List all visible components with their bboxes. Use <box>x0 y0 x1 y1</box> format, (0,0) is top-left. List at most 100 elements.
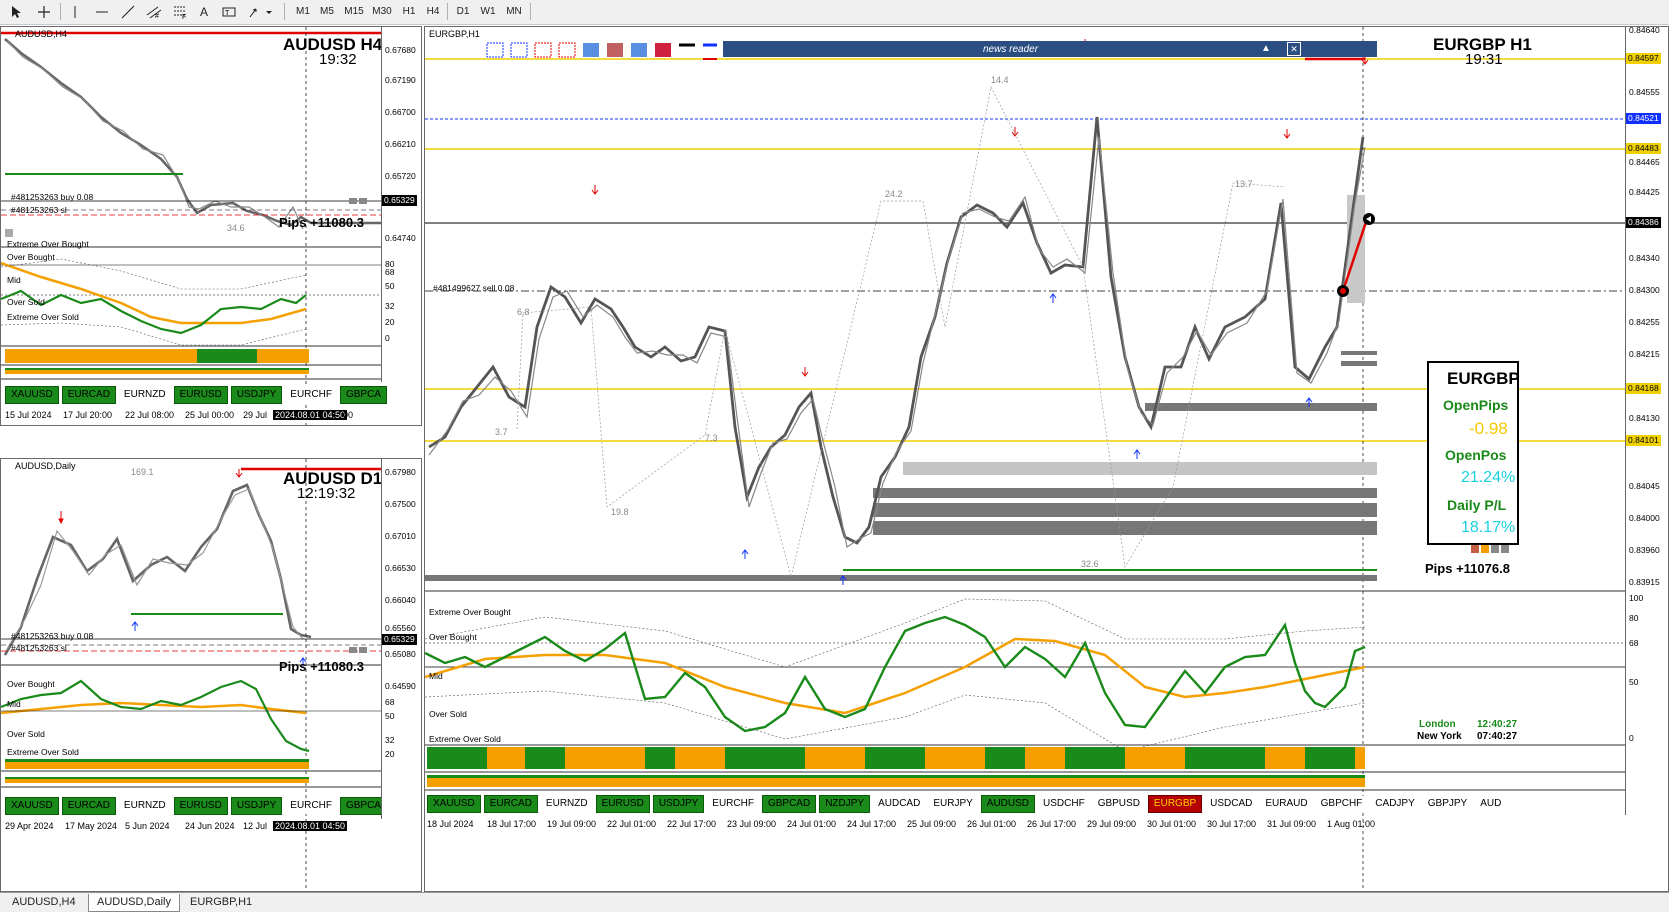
text-tool-icon[interactable]: A <box>196 2 212 21</box>
timeframe-m30[interactable]: M30 <box>368 2 396 21</box>
symbol-button-active[interactable]: EURGBP <box>1147 795 1203 813</box>
trendline-icon[interactable] <box>118 2 138 21</box>
time-tick: 19 Jul 09:00 <box>547 819 597 829</box>
crosshair-icon[interactable] <box>34 2 54 21</box>
symbol-button[interactable]: EURAUD <box>1260 796 1313 812</box>
news-reader-close-icon[interactable]: ✕ <box>1287 42 1301 56</box>
symbol-button[interactable]: EURCAD <box>61 797 116 815</box>
time-axis[interactable]: 18 Jul 2024 18 Jul 17:00 19 Jul 09:00 22… <box>425 819 1625 833</box>
timeframe-h1[interactable]: H1 <box>398 2 420 21</box>
channel-icon[interactable]: # <box>144 2 164 21</box>
symbol-button[interactable]: XAUUSD <box>5 797 59 815</box>
timeframe-m15[interactable]: M15 <box>340 2 368 21</box>
distance-label: 13.7 <box>1235 179 1253 189</box>
osc-label-mid: Mid <box>7 699 21 709</box>
time-tick: 26 Jul 01:00 <box>967 819 1017 829</box>
time-tick: 25 Jul 00:00 <box>185 410 235 420</box>
osc-label-overbought: Over Bought <box>7 679 55 689</box>
time-tick: 23 Jul 09:00 <box>727 819 777 829</box>
time-axis[interactable]: 15 Jul 2024 17 Jul 20:00 22 Jul 08:00 25… <box>1 410 421 425</box>
tab-audusd-daily[interactable]: AUDUSD,Daily <box>88 894 180 912</box>
news-reader-label[interactable]: news reader <box>983 44 1038 55</box>
open-pos-label: OpenPos <box>1445 447 1507 463</box>
timeframe-mn[interactable]: MN <box>502 2 526 21</box>
symbol-button[interactable]: EURCHF <box>285 387 337 403</box>
symbol-button[interactable]: GBPCA <box>339 797 387 815</box>
symbol-button[interactable]: XAUUSD <box>5 386 59 404</box>
fibonacci-icon[interactable]: F <box>170 2 190 21</box>
horizontal-line-icon[interactable] <box>92 2 112 21</box>
symbol-button[interactable]: GBPCAD <box>761 795 817 813</box>
panel-button[interactable] <box>1501 545 1509 553</box>
chart-eurgbp-h1[interactable]: EURGBP,H1 news reader ▲ ✕ EURGBP H1 19:3… <box>424 26 1669 892</box>
symbol-button[interactable]: EURUSD <box>173 797 228 815</box>
price-axis[interactable]: 0.84640 0.84597 0.84555 0.84521 0.84483 … <box>1625 27 1668 815</box>
time-tick: 18 Jul 17:00 <box>487 819 537 829</box>
symbol-button[interactable]: USDCAD <box>1205 796 1258 812</box>
svg-text:F: F <box>182 14 186 19</box>
price-tick: 0.84465 <box>1629 157 1660 167</box>
price-tick: 0.83915 <box>1629 577 1660 587</box>
osc-scale-tick: 0 <box>385 333 390 343</box>
price-tick: 0.65720 <box>385 171 416 181</box>
tab-eurgbp-h1[interactable]: EURGBP,H1 <box>182 894 260 911</box>
timeframe-d1[interactable]: D1 <box>452 2 474 21</box>
time-tick: 5 Jun 2024 <box>125 821 170 831</box>
time-axis[interactable]: 29 Apr 2024 17 May 2024 5 Jun 2024 24 Ju… <box>1 821 421 836</box>
symbol-button[interactable]: EURCHF <box>707 796 759 812</box>
symbol-button[interactable]: USDCHF <box>1038 796 1090 812</box>
symbol-button[interactable]: EURJPY <box>928 796 978 812</box>
time-tick: 24 Jul 17:00 <box>847 819 897 829</box>
symbol-button[interactable]: AUD <box>1475 796 1507 812</box>
symbol-button[interactable]: EURNZD <box>118 387 171 403</box>
timeframe-w1[interactable]: W1 <box>477 2 499 21</box>
panel-button[interactable] <box>1471 545 1479 553</box>
osc-label-overbought: Over Bought <box>7 252 55 262</box>
arrows-menu-icon[interactable] <box>246 2 276 21</box>
symbol-button[interactable]: NZDJPY <box>819 795 871 813</box>
time-tick: 22 Jul 08:00 <box>125 410 175 420</box>
symbol-button[interactable]: USDJPY <box>230 386 283 404</box>
distance-label: 169.1 <box>131 467 154 477</box>
chart-title-small: AUDUSD,H4 <box>15 29 68 39</box>
osc-label-extreme-oversold: Extreme Over Sold <box>7 312 79 322</box>
symbol-button[interactable]: GBPUSD <box>1092 796 1145 812</box>
symbol-button[interactable]: USDJPY <box>652 795 705 813</box>
time-tick: 29 Jul <box>243 410 268 420</box>
symbol-button[interactable]: EURNZD <box>540 796 593 812</box>
symbol-button[interactable]: AUDUSD <box>980 795 1036 813</box>
label-tool-icon[interactable]: T <box>220 2 238 21</box>
symbol-button[interactable]: CADJPY <box>1370 796 1420 812</box>
symbol-button[interactable]: EURUSD <box>173 386 228 404</box>
time-tick: 24 Jul 01:00 <box>787 819 837 829</box>
distance-label: 32.6 <box>1081 559 1099 569</box>
session-newyork-time: 07:40:27 <box>1477 731 1518 742</box>
symbol-button[interactable]: GBPCHF <box>1315 796 1368 812</box>
tab-audusd-h4[interactable]: AUDUSD,H4 <box>4 894 84 911</box>
price-axis[interactable]: 0.67980 0.67500 0.67010 0.66530 0.66040 … <box>381 459 421 819</box>
timeframe-h4[interactable]: H4 <box>422 2 444 21</box>
symbol-button[interactable]: GBPJPY <box>1422 796 1473 812</box>
cursor-arrow-icon[interactable] <box>6 2 26 21</box>
vertical-line-icon[interactable] <box>66 2 84 21</box>
symbol-button[interactable]: XAUUSD <box>427 795 481 813</box>
bar-countdown: 19:32 <box>319 51 357 68</box>
news-reader-collapse-icon[interactable]: ▲ <box>1261 43 1271 54</box>
symbol-button[interactable]: AUDCAD <box>873 796 926 812</box>
symbol-button[interactable]: EURNZD <box>118 798 171 814</box>
chart-audusd-h4[interactable]: AUDUSD,H4 AUDUSD H4 19:32 #481253263 buy… <box>0 26 422 426</box>
panel-button[interactable] <box>1481 545 1489 553</box>
symbol-button[interactable]: GBPCA <box>339 386 387 404</box>
price-axis[interactable]: 0.67680 0.67190 0.66700 0.66210 0.65720 … <box>381 27 421 382</box>
symbol-button[interactable]: EURCAD <box>483 795 538 813</box>
symbol-button[interactable]: USDJPY <box>230 797 283 815</box>
symbol-button[interactable]: EURCAD <box>61 386 116 404</box>
timeframe-m5[interactable]: M5 <box>316 2 338 21</box>
symbol-button[interactable]: EURUSD <box>595 795 650 813</box>
price-tick: 0.64590 <box>385 681 416 691</box>
symbol-button[interactable]: EURCHF <box>285 798 337 814</box>
chart-audusd-d1[interactable]: AUDUSD,Daily AUDUSD D1 12:19:32 169.1 #4… <box>0 458 422 892</box>
osc-label-oversold: Over Sold <box>7 729 45 739</box>
panel-button[interactable] <box>1491 545 1499 553</box>
timeframe-m1[interactable]: M1 <box>292 2 314 21</box>
